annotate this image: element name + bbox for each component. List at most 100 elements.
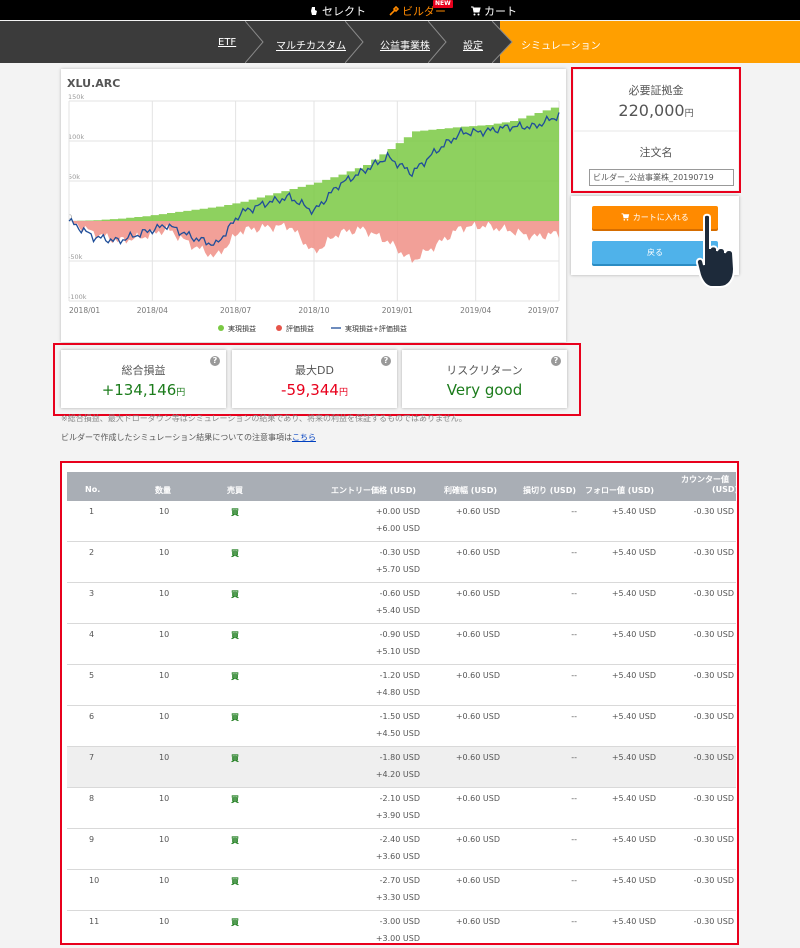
cell-follow: +5.40 USD xyxy=(611,548,656,557)
cell-sl: -- xyxy=(571,630,577,639)
cell-side: 買 xyxy=(231,795,239,804)
stat-total-pnl: ? 総合損益 +134,146円 xyxy=(61,350,226,408)
cell-entry1: -1.80 USD xyxy=(379,753,420,762)
breadcrumb-separator xyxy=(492,21,513,63)
y-tick-label: -100k xyxy=(68,293,87,301)
cell-entry1: -3.00 USD xyxy=(379,917,420,926)
breadcrumb-etf[interactable]: ETF xyxy=(218,37,236,48)
cell-no: 11 xyxy=(89,917,100,926)
y-tick-label: 50k xyxy=(68,173,80,181)
cell-no: 1 xyxy=(89,507,95,516)
cell-entry2: +5.70 USD xyxy=(375,565,420,574)
cell-entry2: +6.00 USD xyxy=(375,524,420,533)
stat-risk-return: ? リスクリターン Very good xyxy=(402,350,567,408)
cell-no: 2 xyxy=(89,548,95,557)
nav-cart[interactable]: カート xyxy=(471,3,517,19)
cell-entry2: +3.00 USD xyxy=(375,934,420,943)
cell-sl: -- xyxy=(571,917,577,926)
select-icon xyxy=(311,7,317,15)
cell-side: 買 xyxy=(231,508,239,517)
cell-side: 買 xyxy=(231,672,239,681)
cell-follow: +5.40 USD xyxy=(611,630,656,639)
cell-tp: +0.60 USD xyxy=(455,630,500,639)
cell-follow: +5.40 USD xyxy=(611,794,656,803)
cell-side: 買 xyxy=(231,590,239,599)
cell-side: 買 xyxy=(231,836,239,845)
note-link[interactable]: こちら xyxy=(292,433,316,442)
cell-sl: -- xyxy=(571,753,577,762)
legend-unrealized-marker xyxy=(276,325,282,331)
cell-entry1: -1.20 USD xyxy=(379,671,420,680)
breadcrumb-multi-custom[interactable]: マルチカスタム xyxy=(276,37,346,52)
cart-icon xyxy=(471,6,481,16)
top-nav: セレクト ビルダー NEW カート xyxy=(0,0,800,20)
cell-entry2: +5.40 USD xyxy=(375,606,420,615)
cell-qty: 10 xyxy=(159,589,170,598)
cell-entry2: +3.60 USD xyxy=(375,852,420,861)
cell-tp: +0.60 USD xyxy=(455,794,500,803)
table-row: 11 10 買 -3.00 USD +3.00 USD +0.60 USD -- +5.40 … xyxy=(67,911,736,943)
cell-follow: +5.40 USD xyxy=(611,917,656,926)
cell-follow: +5.40 USD xyxy=(611,712,656,721)
cell-sl: -- xyxy=(571,671,577,680)
table-row: 10 10 買 -2.70 USD +3.30 USD +0.60 USD -- +5.40 … xyxy=(67,870,736,911)
cell-side: 買 xyxy=(231,877,239,886)
table-row: 2 10 買 -0.30 USD +5.70 USD +0.60 USD -- +5.40 U… xyxy=(67,542,736,583)
cell-tp: +0.60 USD xyxy=(455,589,500,598)
cell-counter: -0.30 USD xyxy=(693,507,734,516)
cell-sl: -- xyxy=(571,835,577,844)
nav-select[interactable]: セレクト xyxy=(309,3,366,19)
cell-qty: 10 xyxy=(159,794,170,803)
cell-sl: -- xyxy=(571,548,577,557)
order-name-input[interactable] xyxy=(589,169,734,186)
cell-counter: -0.30 USD xyxy=(693,712,734,721)
cell-entry1: +0.00 USD xyxy=(375,507,420,516)
cell-entry1: -0.30 USD xyxy=(379,548,420,557)
legend-total-label: 実現損益+評価損益 xyxy=(345,324,407,333)
cell-entry1: -1.50 USD xyxy=(379,712,420,721)
cell-sl: -- xyxy=(571,507,577,516)
table-row: 6 10 買 -1.50 USD +4.50 USD +0.60 USD -- +5.40 U… xyxy=(67,706,736,747)
cell-counter: -0.30 USD xyxy=(693,876,734,885)
y-tick-label: 150k xyxy=(68,93,84,101)
table-row: 9 10 買 -2.40 USD +3.60 USD +0.60 USD -- +5.40 U… xyxy=(67,829,736,870)
legend-realized-label: 実現損益 xyxy=(228,324,256,333)
note-text: ビルダーで作成したシミュレーション結果についての注意事項はこちら xyxy=(61,433,316,442)
y-tick-label: 100k xyxy=(68,133,84,141)
cell-sl: -- xyxy=(571,589,577,598)
cell-counter: -0.30 USD xyxy=(693,753,734,762)
table-row: 1 10 買 +0.00 USD +6.00 USD +0.60 USD -- +5.40 U… xyxy=(67,501,736,542)
breadcrumb-utilities[interactable]: 公益事業株 xyxy=(380,37,430,52)
cell-follow: +5.40 USD xyxy=(611,507,656,516)
cell-counter: -0.30 USD xyxy=(693,835,734,844)
table-row: 4 10 買 -0.90 USD +5.10 USD +0.60 USD -- +5.40 U… xyxy=(67,624,736,665)
cell-counter: -0.30 USD xyxy=(693,917,734,926)
cell-tp: +0.60 USD xyxy=(455,835,500,844)
breadcrumb-settings[interactable]: 設定 xyxy=(463,37,483,52)
cell-sl: -- xyxy=(571,794,577,803)
cell-tp: +0.60 USD xyxy=(455,712,500,721)
cell-side: 買 xyxy=(231,549,239,558)
cell-qty: 10 xyxy=(159,876,170,885)
cell-tp: +0.60 USD xyxy=(455,753,500,762)
cell-entry2: +4.20 USD xyxy=(375,770,420,779)
pointing-hand-icon xyxy=(696,213,736,288)
cell-sl: -- xyxy=(571,712,577,721)
cell-no: 3 xyxy=(89,589,95,598)
cell-tp: +0.60 USD xyxy=(455,507,500,516)
cell-counter: -0.30 USD xyxy=(693,671,734,680)
table-row: 3 10 買 -0.60 USD +5.40 USD +0.60 USD -- +5.40 U… xyxy=(67,583,736,624)
cell-tp: +0.60 USD xyxy=(455,876,500,885)
cell-no: 8 xyxy=(89,794,95,803)
x-tick-label: 2019/01 xyxy=(382,306,413,315)
cell-entry2: +4.50 USD xyxy=(375,729,420,738)
cell-follow: +5.40 USD xyxy=(611,753,656,762)
x-tick-label: 2018/01 xyxy=(69,306,100,315)
legend-realized-marker xyxy=(218,325,224,331)
cell-tp: +0.60 USD xyxy=(455,917,500,926)
stat-max-drawdown: ? 最大DD -59,344円 xyxy=(232,350,397,408)
cell-no: 5 xyxy=(89,671,95,680)
cell-side: 買 xyxy=(231,713,239,722)
nav-builder[interactable]: ビルダー NEW xyxy=(389,0,453,19)
disclaimer-text: ※総合損益、最大ドローダウン等はシミュレーションの結果であり、将来の利益を保証す… xyxy=(61,414,467,423)
